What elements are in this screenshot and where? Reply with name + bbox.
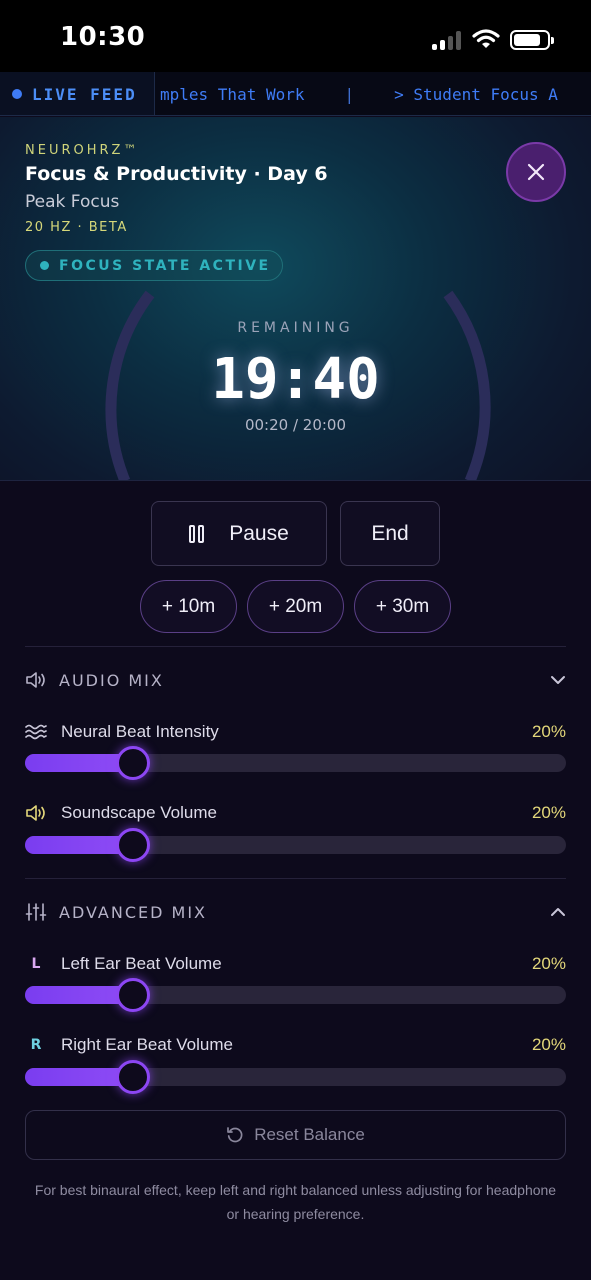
remaining-label: REMAINING <box>237 320 354 336</box>
left-ear-slider[interactable] <box>25 978 566 1012</box>
close-session-button[interactable] <box>506 142 566 202</box>
reset-icon <box>227 1127 243 1143</box>
countdown-timer: 19:40 <box>211 347 380 412</box>
neural-beat-label: Neural Beat Intensity <box>61 722 219 741</box>
neural-beat-value: 20% <box>531 722 566 741</box>
slider-thumb[interactable] <box>116 1060 151 1094</box>
left-ear-icon: L <box>31 956 41 972</box>
session-frequency: 20 HZ · BETA <box>25 220 128 235</box>
brand-name: NEUROHRZ™ <box>25 143 140 158</box>
right-ear-value: 20% <box>531 1035 566 1054</box>
ticker-separator: | <box>344 84 355 104</box>
right-ear-row: R Right Ear Beat Volume 20% <box>25 1032 566 1058</box>
pause-icon <box>189 524 207 543</box>
right-ear-icon: R <box>30 1037 42 1053</box>
reset-balance-label: Reset Balance <box>254 1125 365 1144</box>
add-30m-button[interactable]: + 30m <box>354 580 451 633</box>
ticker-track: mples That Work | > Student Focus A <box>160 72 558 115</box>
focus-state-badge: FOCUS STATE ACTIVE <box>25 250 283 281</box>
elapsed-progress: 00:20 / 20:00 <box>244 416 347 434</box>
add-20m-button[interactable]: + 20m <box>247 580 344 633</box>
pause-label: Pause <box>229 521 289 545</box>
advanced-mix-header[interactable]: ADVANCED MIX <box>25 897 566 927</box>
live-feed-badge: LIVE FEED <box>0 72 155 115</box>
volume-icon <box>26 805 45 821</box>
neural-beat-row: Neural Beat Intensity 20% <box>25 719 566 745</box>
pause-button[interactable]: Pause <box>151 501 327 566</box>
speaker-icon <box>26 672 45 688</box>
live-feed-ticker[interactable]: LIVE FEED mples That Work | > Student Fo… <box>0 72 591 116</box>
end-button[interactable]: End <box>340 501 440 566</box>
audio-mix-header[interactable]: AUDIO MIX <box>25 665 566 695</box>
session-subtitle: Peak Focus <box>25 192 120 212</box>
soundscape-slider[interactable] <box>25 828 566 862</box>
neural-beat-slider[interactable] <box>25 746 566 780</box>
end-label: End <box>371 521 409 545</box>
left-ear-label: Left Ear Beat Volume <box>61 954 222 973</box>
reset-balance-button[interactable]: Reset Balance <box>25 1110 566 1160</box>
ticker-item[interactable]: > Student Focus A <box>394 85 558 104</box>
chevron-up-icon[interactable] <box>550 907 566 917</box>
state-dot-icon <box>40 261 49 270</box>
soundscape-value: 20% <box>531 803 566 822</box>
status-bar: 10:30 <box>0 0 591 72</box>
chevron-down-icon[interactable] <box>550 675 566 685</box>
slider-thumb[interactable] <box>116 746 151 780</box>
left-ear-row: L Left Ear Beat Volume 20% <box>25 951 566 977</box>
soundscape-label: Soundscape Volume <box>61 803 217 822</box>
add-10m-button[interactable]: + 10m <box>140 580 237 633</box>
divider <box>25 878 566 879</box>
right-ear-slider[interactable] <box>25 1060 566 1094</box>
right-ear-label: Right Ear Beat Volume <box>61 1035 233 1054</box>
live-dot-icon <box>12 89 22 99</box>
signal-icon <box>432 30 462 50</box>
status-time: 10:30 <box>60 22 146 52</box>
divider <box>25 646 566 647</box>
session-title: Focus & Productivity · Day 6 <box>25 163 328 185</box>
session-hero: NEUROHRZ™ Focus & Productivity · Day 6 P… <box>0 117 591 481</box>
slider-thumb[interactable] <box>116 978 151 1012</box>
left-ear-value: 20% <box>531 954 566 973</box>
soundscape-row: Soundscape Volume 20% <box>25 800 566 826</box>
sliders-icon <box>25 903 47 921</box>
wifi-icon <box>472 29 500 48</box>
live-feed-label: LIVE FEED <box>32 84 137 104</box>
audio-mix-title: AUDIO MIX <box>59 670 164 690</box>
advanced-mix-title: ADVANCED MIX <box>59 902 207 922</box>
focus-state-label: FOCUS STATE ACTIVE <box>59 257 271 274</box>
balance-footnote: For best binaural effect, keep left and … <box>34 1182 557 1222</box>
battery-icon <box>510 30 554 50</box>
slider-thumb[interactable] <box>116 828 151 862</box>
close-icon <box>527 163 545 181</box>
wave-icon <box>25 724 47 740</box>
ticker-item[interactable]: mples That Work <box>160 85 305 104</box>
